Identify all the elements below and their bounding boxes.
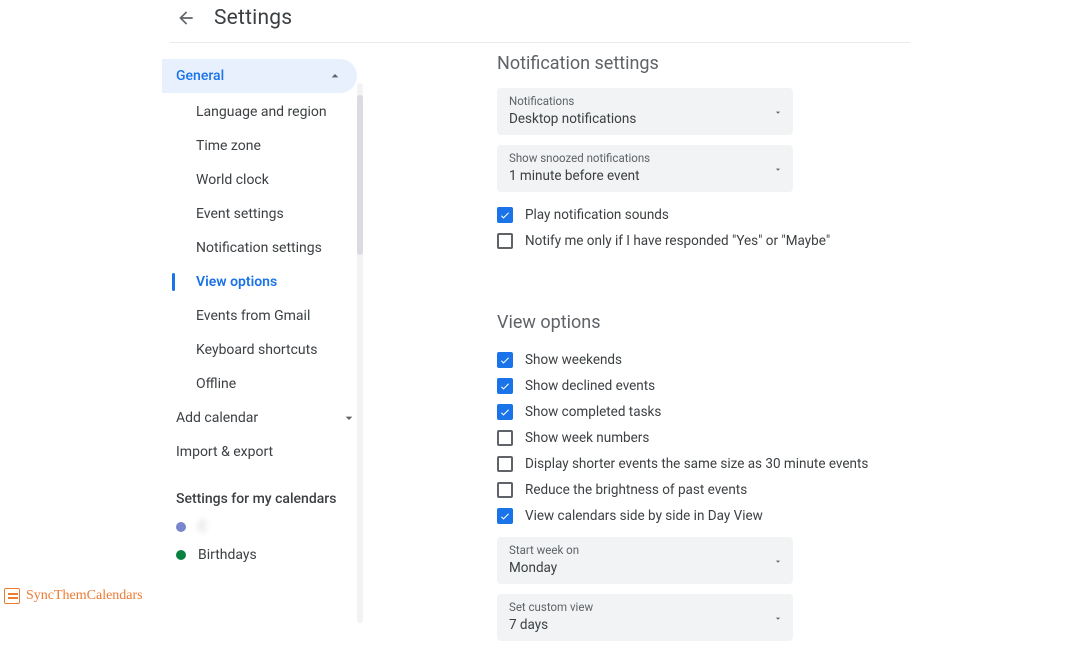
sidebar-item-eventsettings[interactable]: Event settings — [162, 197, 357, 231]
sidebar-item-offline[interactable]: Offline — [162, 367, 357, 401]
section-title-viewoptions: View options — [497, 312, 868, 333]
checkbox-view-1[interactable] — [497, 378, 513, 394]
chevron-up-icon — [327, 68, 343, 84]
settings-sidebar: General Language and region Time zone Wo… — [162, 43, 357, 651]
dropdown-caret-icon — [773, 608, 783, 627]
select-label: Set custom view — [509, 600, 781, 614]
sidebar-heading-mycalendars: Settings for my calendars — [162, 469, 357, 513]
sidebar-item-worldclock[interactable]: World clock — [162, 163, 357, 197]
checkbox-label: Play notification sounds — [525, 207, 669, 223]
checkbox-label: Show weekends — [525, 352, 622, 368]
checkbox-play-sounds[interactable] — [497, 207, 513, 223]
checkbox-label: View calendars side by side in Day View — [525, 508, 763, 524]
watermark-calendar-icon — [4, 588, 20, 604]
sidebar-item-importexport[interactable]: Import & export — [162, 435, 357, 469]
scrollbar[interactable] — [357, 83, 363, 623]
checkbox-label: Show completed tasks — [525, 404, 661, 420]
checkbox-notify-if-responded[interactable] — [497, 233, 513, 249]
select-custom-view[interactable]: Set custom view 7 days — [497, 594, 793, 641]
calendar-dot-icon — [176, 522, 186, 532]
sidebar-item-viewoptions[interactable]: View options — [162, 265, 357, 299]
select-label: Notifications — [509, 94, 781, 108]
calendar-item-1[interactable]: Birthdays — [162, 541, 357, 569]
dropdown-caret-icon — [773, 159, 783, 178]
select-value: 1 minute before event — [509, 168, 781, 184]
calendar-label: C — [198, 519, 207, 535]
select-notifications[interactable]: Notifications Desktop notifications — [497, 88, 793, 135]
calendar-item-0[interactable]: C — [162, 513, 357, 541]
dropdown-caret-icon — [773, 551, 783, 570]
sidebar-item-gmailevents[interactable]: Events from Gmail — [162, 299, 357, 333]
sidebar-item-timezone[interactable]: Time zone — [162, 129, 357, 163]
sidebar-section-general[interactable]: General — [162, 59, 357, 93]
chevron-down-icon — [341, 410, 357, 426]
sidebar-item-addcalendar[interactable]: Add calendar — [162, 401, 357, 435]
sidebar-item-shortcuts[interactable]: Keyboard shortcuts — [162, 333, 357, 367]
checkbox-label: Show declined events — [525, 378, 655, 394]
checkbox-view-6[interactable] — [497, 508, 513, 524]
page-title: Settings — [214, 6, 292, 30]
section-title-notifications: Notification settings — [497, 53, 868, 74]
checkbox-view-5[interactable] — [497, 482, 513, 498]
sidebar-item-language[interactable]: Language and region — [162, 95, 357, 129]
checkbox-label: Show week numbers — [525, 430, 649, 446]
select-value: 7 days — [509, 617, 781, 633]
sidebar-item-notifications[interactable]: Notification settings — [162, 231, 357, 265]
checkbox-view-2[interactable] — [497, 404, 513, 420]
watermark-text: SyncThemCalendars — [26, 588, 143, 604]
dropdown-caret-icon — [773, 102, 783, 121]
checkbox-view-3[interactable] — [497, 430, 513, 446]
checkbox-view-0[interactable] — [497, 352, 513, 368]
back-arrow-icon[interactable] — [176, 8, 196, 28]
scrollbar-thumb[interactable] — [357, 95, 363, 255]
checkbox-label: Notify me only if I have responded "Yes"… — [525, 233, 830, 249]
select-label: Start week on — [509, 543, 781, 557]
watermark: SyncThemCalendars — [4, 588, 143, 604]
select-value: Monday — [509, 560, 781, 576]
checkbox-label: Reduce the brightness of past events — [525, 482, 747, 498]
checkbox-label: Display shorter events the same size as … — [525, 456, 868, 472]
select-snoozed[interactable]: Show snoozed notifications 1 minute befo… — [497, 145, 793, 192]
select-value: Desktop notifications — [509, 111, 781, 127]
calendar-dot-icon — [176, 550, 186, 560]
calendar-label: Birthdays — [198, 547, 257, 563]
sidebar-section-label: General — [176, 68, 224, 84]
select-start-week[interactable]: Start week on Monday — [497, 537, 793, 584]
checkbox-view-4[interactable] — [497, 456, 513, 472]
select-label: Show snoozed notifications — [509, 151, 781, 165]
